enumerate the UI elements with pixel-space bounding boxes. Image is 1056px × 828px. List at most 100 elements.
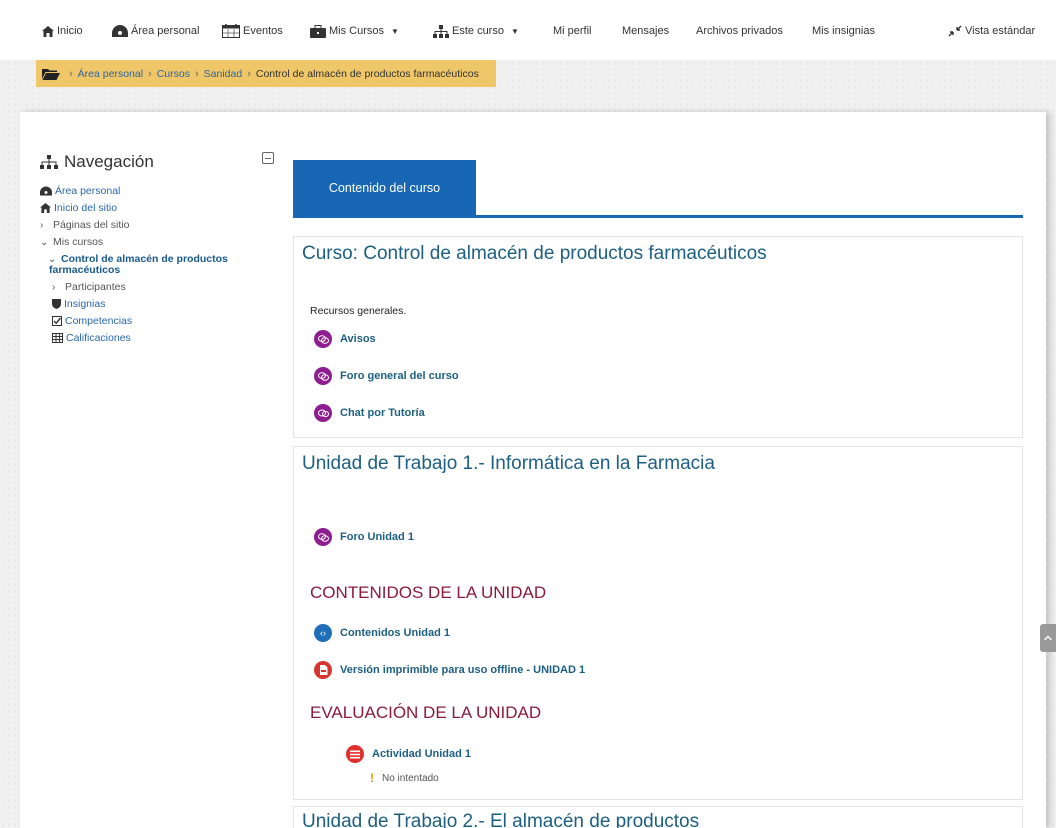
sidebar-item-label: Páginas del sitio (53, 219, 130, 231)
home-icon (40, 203, 51, 213)
chevron-down-icon: ⌄ (40, 237, 49, 248)
breadcrumb-area-personal[interactable]: Área personal (78, 68, 143, 80)
sidebar-item-current-course[interactable]: ⌄ Control de almacén de productos farmac… (40, 254, 280, 276)
sidebar-item-calificaciones[interactable]: Calificaciones (40, 333, 280, 344)
nav-mensajes-label: Mensajes (622, 25, 670, 37)
section-title: Curso: Control de almacén de productos f… (302, 243, 767, 264)
pdf-icon (314, 661, 332, 679)
sidebar-item-participantes[interactable]: › Participantes (40, 282, 280, 294)
warning-icon: ! (370, 771, 374, 785)
status-text: No intentado (382, 772, 439, 784)
nav-area-personal[interactable]: Área personal (112, 22, 200, 40)
navigation-tree: Área personal Inicio del sitio › Páginas… (40, 186, 280, 344)
nav-mi-perfil[interactable]: Mi perfil (553, 22, 592, 40)
completion-status: ! No intentado (370, 771, 439, 785)
briefcase-icon (310, 24, 326, 38)
chevron-down-icon: ▼ (510, 26, 519, 36)
tab-label: Contenido del curso (328, 181, 441, 195)
breadcrumb-separator: › (194, 67, 199, 80)
tab-underline (293, 215, 1023, 218)
breadcrumb: › Área personal › Cursos › Sanidad › Con… (36, 60, 496, 87)
nav-mi-perfil-label: Mi perfil (553, 25, 592, 37)
code-icon: ‹› (314, 624, 332, 642)
nav-mis-cursos[interactable]: Mis Cursos ▼ (310, 22, 399, 40)
sitemap-icon (433, 24, 449, 38)
sidebar-item-label: Área personal (55, 185, 121, 197)
scroll-to-top-button[interactable] (1040, 624, 1056, 652)
breadcrumb-sanidad[interactable]: Sanidad (204, 68, 243, 80)
section-label: Recursos generales. (310, 305, 407, 317)
nav-archivos-privados[interactable]: Archivos privados (696, 22, 783, 40)
breadcrumb-current: Control de almacén de productos farmacéu… (255, 67, 479, 80)
activity-actividad-unidad-1[interactable]: Actividad Unidad 1 (346, 745, 471, 763)
home-icon (42, 25, 54, 37)
chat-icon (314, 404, 332, 422)
nav-mensajes[interactable]: Mensajes (622, 22, 669, 40)
activity-label: Foro general del curso (340, 370, 459, 382)
activity-label: Versión imprimible para uso offline - UN… (340, 664, 586, 676)
activity-avisos[interactable]: Avisos (314, 330, 376, 348)
section-title: Unidad de Trabajo 1.- Informática en la … (302, 453, 715, 474)
sidebar-item-label: Calificaciones (66, 332, 131, 344)
forum-icon (314, 367, 332, 385)
sitemap-icon (40, 155, 58, 169)
section-title: Unidad de Trabajo 2.- El almacén de prod… (302, 811, 700, 828)
nav-mis-insignias[interactable]: Mis insignias (812, 22, 875, 40)
nav-este-curso[interactable]: Este curso ▼ (433, 22, 519, 40)
dashboard-icon (112, 25, 128, 37)
chevron-right-icon: › (52, 282, 56, 293)
navigation-header: Navegación (40, 152, 280, 172)
nav-archivos-privados-label: Archivos privados (696, 25, 783, 37)
course-section-unidad-1: Unidad de Trabajo 1.- Informática en la … (293, 446, 1023, 800)
navigation-block: Navegación Área personal Inicio del siti… (40, 152, 280, 350)
breadcrumb-separator: › (247, 67, 251, 80)
folder-open-icon (42, 68, 60, 80)
nav-mis-cursos-label: Mis Cursos (329, 25, 385, 37)
chevron-right-icon: › (40, 220, 44, 231)
nav-vista-estandar-label: Vista estándar (965, 25, 1036, 37)
shield-icon (52, 299, 61, 309)
nav-inicio-label: Inicio (57, 25, 83, 37)
table-icon (52, 333, 63, 343)
main-panel: Navegación Área personal Inicio del siti… (20, 112, 1046, 828)
dashboard-icon (40, 186, 52, 196)
nav-vista-estandar[interactable]: Vista estándar (948, 22, 1035, 40)
sidebar-item-competencias[interactable]: Competencias (40, 316, 280, 327)
nav-este-curso-label: Este curso (452, 25, 504, 37)
chevron-down-icon: ▼ (391, 26, 399, 36)
evaluation-heading: EVALUACIÓN DE LA UNIDAD (310, 703, 542, 722)
course-section-unidad-2: Unidad de Trabajo 2.- El almacén de prod… (293, 806, 1023, 828)
sidebar-item-label: Mis cursos (53, 236, 104, 248)
nav-eventos[interactable]: Eventos (222, 22, 283, 40)
contents-heading: CONTENIDOS DE LA UNIDAD (310, 583, 547, 602)
sidebar-item-area-personal[interactable]: Área personal (40, 186, 280, 197)
activity-version-imprimible[interactable]: Versión imprimible para uso offline - UN… (314, 661, 585, 679)
quiz-list-icon (346, 745, 364, 763)
calendar-icon (222, 24, 240, 38)
breadcrumb-separator: › (69, 67, 73, 80)
sidebar-item-insignias[interactable]: Insignias (40, 299, 280, 310)
activity-label: Chat por Tutoría (340, 407, 425, 419)
breadcrumb-cursos[interactable]: Cursos (157, 68, 190, 80)
tab-contenido-del-curso[interactable]: Contenido del curso (293, 160, 476, 216)
collapse-block-button[interactable] (262, 152, 274, 164)
sidebar-item-inicio-del-sitio[interactable]: Inicio del sitio (40, 203, 280, 214)
sidebar-item-mis-cursos[interactable]: ⌄ Mis cursos (40, 236, 280, 249)
nav-eventos-label: Eventos (243, 25, 283, 37)
course-section-general: Curso: Control de almacén de productos f… (293, 236, 1023, 438)
sidebar-item-paginas-del-sitio[interactable]: › Páginas del sitio (40, 219, 280, 232)
sidebar-item-label: Competencias (65, 315, 133, 327)
activity-contenidos-unidad-1[interactable]: ‹› Contenidos Unidad 1 (314, 624, 450, 642)
top-navbar: Inicio Área personal Eventos Mis Cursos … (0, 0, 1056, 60)
activity-foro-general[interactable]: Foro general del curso (314, 367, 459, 385)
compress-icon (948, 25, 962, 37)
breadcrumb-separator: › (148, 67, 152, 80)
navigation-title: Navegación (64, 152, 154, 171)
nav-area-personal-label: Área personal (131, 25, 200, 37)
activity-chat-tutoria[interactable]: Chat por Tutoría (314, 404, 425, 422)
nav-inicio[interactable]: Inicio (42, 22, 83, 40)
sidebar-item-label: Insignias (64, 298, 106, 310)
checkbox-icon (52, 316, 62, 326)
sidebar-item-label: Control de almacén de productos farmacéu… (49, 253, 228, 276)
activity-foro-unidad-1[interactable]: Foro Unidad 1 (314, 528, 414, 546)
